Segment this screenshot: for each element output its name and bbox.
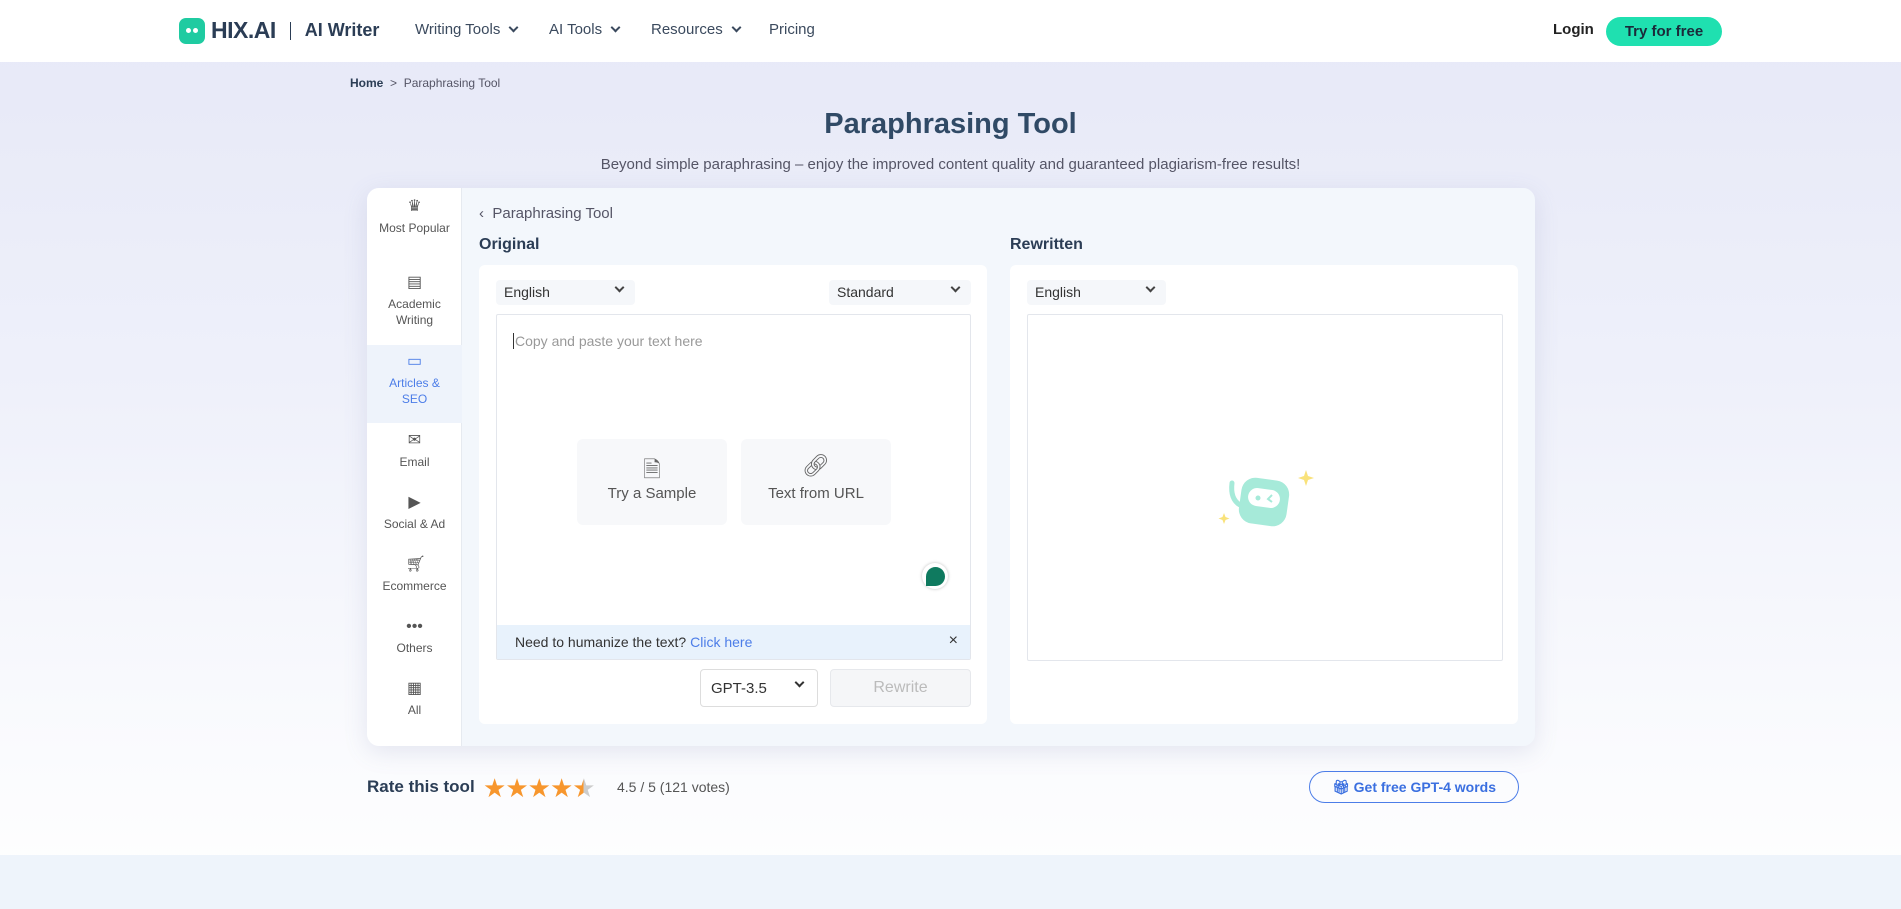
language-value: English (504, 284, 550, 300)
robot-illustration-icon (1218, 470, 1314, 527)
sidebar-item-label: All (407, 703, 422, 717)
sidebar-item-label: Academic Writing (388, 297, 441, 327)
document-icon: 🗎 (643, 457, 661, 482)
login-link[interactable]: Login (1553, 21, 1594, 38)
back-link[interactable]: ‹ Paraphrasing Tool (479, 205, 613, 222)
grammar-assistant-icon[interactable] (922, 563, 948, 589)
page-title: Paraphrasing Tool (824, 108, 1077, 140)
footer-band (0, 855, 1901, 909)
chevron-down-icon (794, 677, 805, 688)
chevron-down-icon (950, 282, 961, 293)
divider (289, 21, 291, 40)
sidebar-item-label: Ecommerce (382, 579, 447, 593)
breadcrumb-home[interactable]: Home (350, 76, 383, 90)
sidebar-item-all[interactable]: ▦ All (367, 680, 462, 718)
logo[interactable]: HIX.AI AI Writer (179, 17, 379, 44)
sidebar-item-email[interactable]: ✉ Email (367, 432, 462, 470)
original-panel: English Standard Copy and paste your tex… (479, 265, 987, 724)
language-value: English (1035, 284, 1081, 300)
nav-ai-tools[interactable]: AI Tools (549, 21, 621, 38)
mail-icon: ✉ (407, 432, 422, 449)
button-label: Text from URL (768, 485, 864, 502)
rating-stars[interactable]: ★★★★★ (483, 773, 596, 804)
humanize-link[interactable]: Click here (690, 634, 752, 650)
rating-summary: 4.5 / 5 (121 votes) (617, 779, 730, 795)
page-subtitle: Beyond simple paraphrasing – enjoy the i… (600, 156, 1301, 173)
humanize-text: Need to humanize the text? (515, 634, 687, 650)
chevron-left-icon: ‹ (479, 205, 484, 222)
rewritten-output (1027, 314, 1503, 661)
chevron-down-icon (508, 22, 519, 33)
half-star-icon[interactable]: ★ (572, 773, 595, 803)
sidebar-item-label: Social & Ad (383, 517, 446, 531)
try-sample-button[interactable]: 🗎 Try a Sample (577, 439, 727, 525)
input-placeholder: Copy and paste your text here (513, 333, 703, 349)
nav-label: AI Tools (549, 21, 603, 38)
chevron-down-icon (1145, 282, 1156, 293)
product-name: AI Writer (304, 20, 380, 40)
get-free-gpt4-button[interactable]: 🎁︎ Get free GPT-4 words (1309, 771, 1519, 803)
link-icon: 🔗︎ (802, 453, 830, 478)
breadcrumb: Home > Paraphrasing Tool (350, 76, 500, 90)
mode-value: Standard (837, 284, 894, 300)
grid-icon: ▦ (406, 680, 423, 697)
promo-label: Get free GPT-4 words (1353, 779, 1497, 795)
sidebar-item-articles-seo[interactable]: ▭ Articles & SEO (367, 345, 462, 423)
sidebar-item-label: Most Popular (379, 221, 450, 235)
presentation-icon: ▶ (408, 494, 421, 511)
star-icon[interactable]: ★ (550, 773, 573, 803)
rewritten-label: Rewritten (1010, 236, 1083, 253)
model-value: GPT-3.5 (711, 680, 767, 697)
humanize-banner: Need to humanize the text? Click here × (497, 625, 970, 659)
nav-label: Resources (651, 21, 723, 38)
star-icon[interactable]: ★ (483, 773, 506, 803)
chevron-down-icon (614, 282, 625, 293)
sidebar-item-most-popular[interactable]: ♛ Most Popular (367, 196, 462, 266)
tool-card: ♛ Most Popular ▤ Academic Writing ▭ Article… (367, 188, 1535, 746)
browser-icon: ▭ (406, 353, 423, 370)
original-text-input[interactable]: Copy and paste your text here 🗎 Try a Sam… (496, 314, 971, 660)
dots-icon: ••• (406, 618, 423, 635)
model-select[interactable]: GPT-3.5 (700, 669, 818, 707)
nav-writing-tools[interactable]: Writing Tools (415, 21, 519, 38)
crown-icon: ♛ (407, 198, 422, 215)
breadcrumb-separator: > (390, 76, 398, 90)
nav-resources[interactable]: Resources (651, 21, 742, 38)
output-language-select[interactable]: English (1027, 280, 1166, 305)
nav-pricing[interactable]: Pricing (769, 21, 815, 38)
chevron-down-icon (731, 22, 742, 33)
back-label: Paraphrasing Tool (492, 205, 613, 222)
rewrite-button[interactable]: Rewrite (830, 669, 971, 707)
sidebar-item-ecommerce[interactable]: 🛒︎ Ecommerce (367, 556, 462, 594)
language-select[interactable]: English (496, 280, 635, 305)
newspaper-icon: ▤ (406, 274, 423, 291)
gift-icon: 🎁︎ (1331, 779, 1350, 795)
button-label: Try a Sample (607, 485, 697, 502)
cart-icon: 🛒︎ (405, 556, 426, 573)
mode-select[interactable]: Standard (829, 280, 971, 305)
close-icon[interactable]: × (949, 632, 958, 650)
text-from-url-button[interactable]: 🔗︎ Text from URL (741, 439, 891, 525)
rewritten-panel: English (1010, 265, 1518, 724)
sidebar-item-label: Email (399, 455, 430, 469)
nav-label: Writing Tools (415, 21, 501, 38)
sidebar-item-label: Articles & SEO (389, 376, 440, 406)
rate-label: Rate this tool (367, 777, 475, 796)
star-icon[interactable]: ★ (505, 773, 528, 803)
breadcrumb-current: Paraphrasing Tool (403, 76, 501, 90)
sidebar-item-social-ad[interactable]: ▶ Social & Ad (367, 494, 462, 532)
chevron-down-icon (610, 22, 621, 33)
sidebar-item-academic-writing[interactable]: ▤ Academic Writing (367, 274, 462, 344)
sidebar-item-others[interactable]: ••• Others (367, 618, 462, 656)
original-label: Original (479, 236, 540, 253)
sidebar-item-label: Others (396, 641, 433, 655)
top-nav: HIX.AI AI Writer Writing Tools AI Tools … (0, 0, 1901, 62)
logo-text: HIX.AI (211, 17, 276, 43)
logo-icon (179, 17, 205, 44)
category-sidebar: ♛ Most Popular ▤ Academic Writing ▭ Article… (367, 188, 462, 746)
nav-label: Pricing (769, 21, 815, 38)
try-for-free-button[interactable]: Try for free (1606, 17, 1722, 46)
star-icon[interactable]: ★ (528, 773, 551, 803)
